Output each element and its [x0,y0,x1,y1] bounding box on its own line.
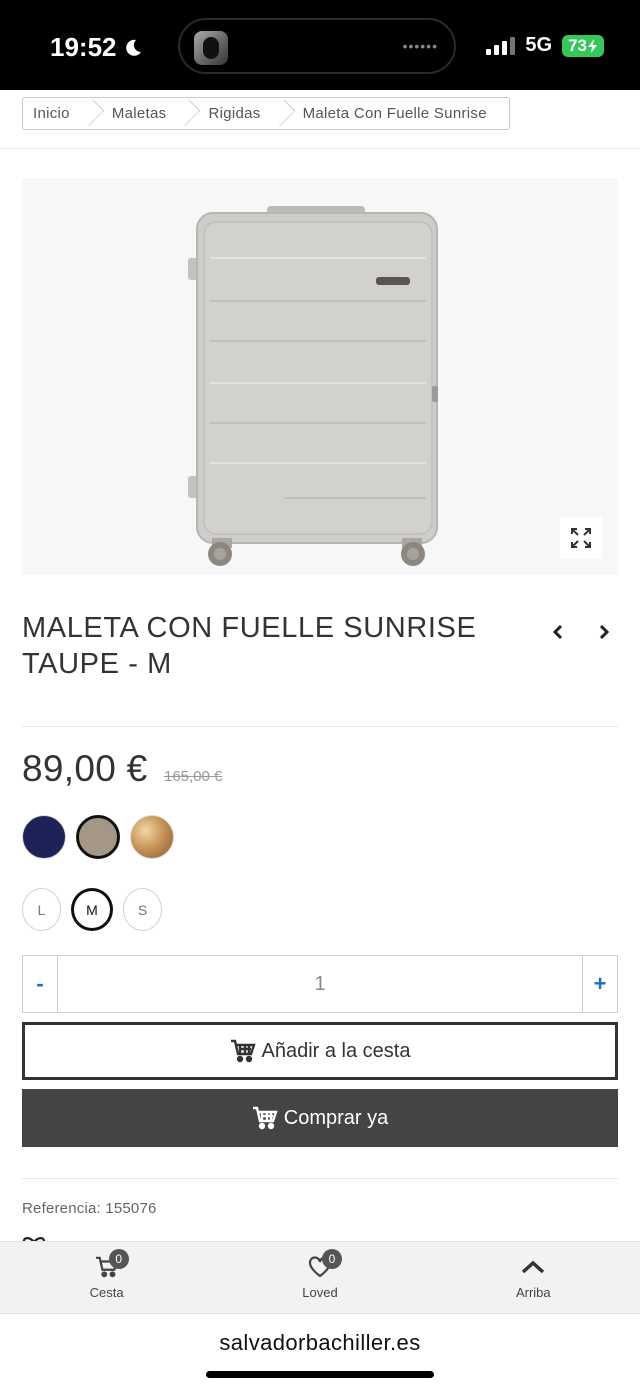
bottom-nav-cesta[interactable]: 0 Cesta [0,1242,213,1313]
product-navigation [546,620,616,644]
suitcase-image [188,206,438,566]
add-to-cart-label: Añadir a la cesta [261,1039,411,1062]
divider [0,148,640,149]
chevron-right-icon [599,624,610,640]
moon-icon [125,39,141,56]
size-option-s[interactable]: S [123,888,162,931]
original-price: 165,00 € [164,768,223,785]
expand-image-button[interactable] [560,517,602,559]
color-swatch-navy[interactable] [22,815,66,859]
dynamic-island: •••••• [178,18,456,74]
breadcrumb-separator [82,98,102,129]
increase-quantity-button[interactable]: + [583,956,617,1012]
clock-text: 19:52 [50,32,117,62]
bottom-navigation: 0 Cesta 0 Loved Arriba [0,1241,640,1313]
status-bar: 19:52 •••••• 5G 73 [0,0,640,90]
color-selector [22,815,174,859]
home-indicator[interactable] [206,1371,434,1378]
current-price: 89,00 € [22,748,148,789]
product-title: MALETA CON FUELLE SUNRISE TAUPE - M [22,612,477,680]
next-product-button[interactable] [592,620,616,644]
breadcrumb-item-current: Maleta Con Fuelle Sunrise [302,105,487,122]
product-reference: Referencia: 155076 [22,1200,157,1217]
expand-icon [571,528,591,548]
size-selector: L M S [22,888,162,931]
cart-count-badge: 0 [108,1249,129,1269]
status-time: 19:52 [50,32,143,63]
browser-url-bar[interactable]: salvadorbachiller.es [0,1313,640,1390]
bottom-nav-arriba[interactable]: Arriba [427,1242,640,1313]
chevron-left-icon [552,624,563,640]
breadcrumb-separator [273,98,293,129]
buy-now-button[interactable]: Comprar ya [22,1089,618,1147]
bottom-nav-loved[interactable]: 0 Loved [213,1242,426,1313]
network-type: 5G [525,34,553,56]
bottom-nav-label: Loved [302,1285,338,1300]
battery-indicator: 73 [562,34,604,57]
breadcrumb-separator [178,98,198,129]
previous-product-button[interactable] [546,620,570,644]
battery-level: 73 [568,35,587,55]
waveform-icon: •••••• [402,38,438,54]
charging-icon [588,38,597,53]
now-playing-artwork [194,31,228,65]
breadcrumb-item-maletas[interactable]: Maletas [102,98,179,129]
signal-icon [486,36,516,55]
size-option-l[interactable]: L [22,888,61,931]
color-swatch-taupe[interactable] [76,815,120,859]
breadcrumb-item-inicio[interactable]: Inicio [23,98,82,129]
quantity-stepper: - 1 + [22,955,618,1013]
color-swatch-gold[interactable] [130,815,174,859]
loved-count-badge: 0 [321,1249,342,1269]
cart-icon [230,1039,256,1063]
bottom-nav-label: Cesta [89,1285,124,1300]
size-option-m[interactable]: M [71,888,113,931]
quantity-input[interactable]: 1 [57,956,583,1012]
buy-now-label: Comprar ya [283,1106,389,1129]
decrease-quantity-button[interactable]: - [23,956,57,1012]
add-to-cart-button[interactable]: Añadir a la cesta [22,1022,618,1080]
bottom-nav-label: Arriba [515,1285,551,1300]
url-text[interactable]: salvadorbachiller.es [0,1330,640,1356]
divider [22,1178,618,1179]
cart-icon [252,1106,278,1130]
status-indicators: 5G 73 [486,34,604,57]
divider [22,726,618,727]
breadcrumb-item-rigidas[interactable]: Rigidas [198,98,272,129]
breadcrumb: Inicio Maletas Rigidas Maleta Con Fuelle… [22,97,510,130]
product-image[interactable] [22,178,618,575]
chevron-up-icon [522,1260,545,1274]
